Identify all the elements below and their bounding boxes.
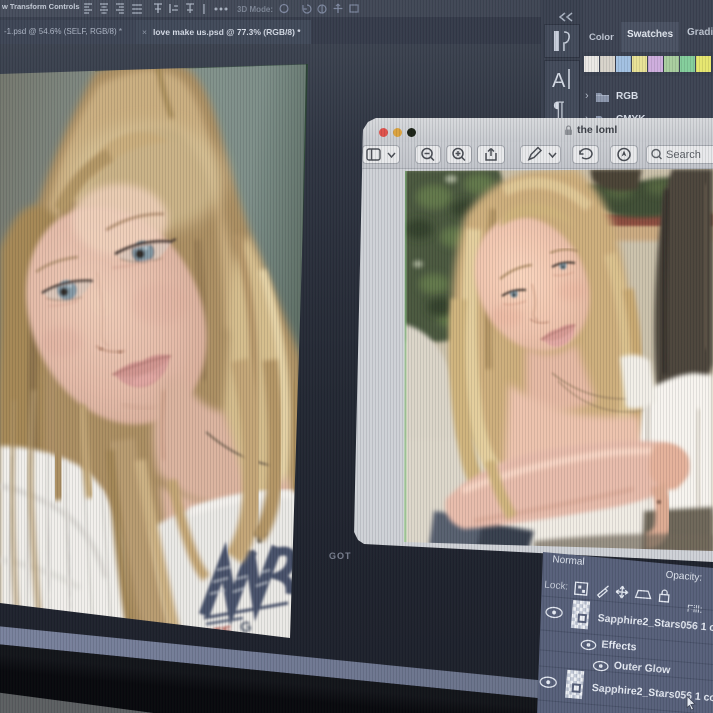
svg-text:A: A <box>552 70 566 92</box>
svg-text:3D Mode:: 3D Mode: <box>237 5 273 14</box>
svg-text:Search: Search <box>666 149 701 161</box>
